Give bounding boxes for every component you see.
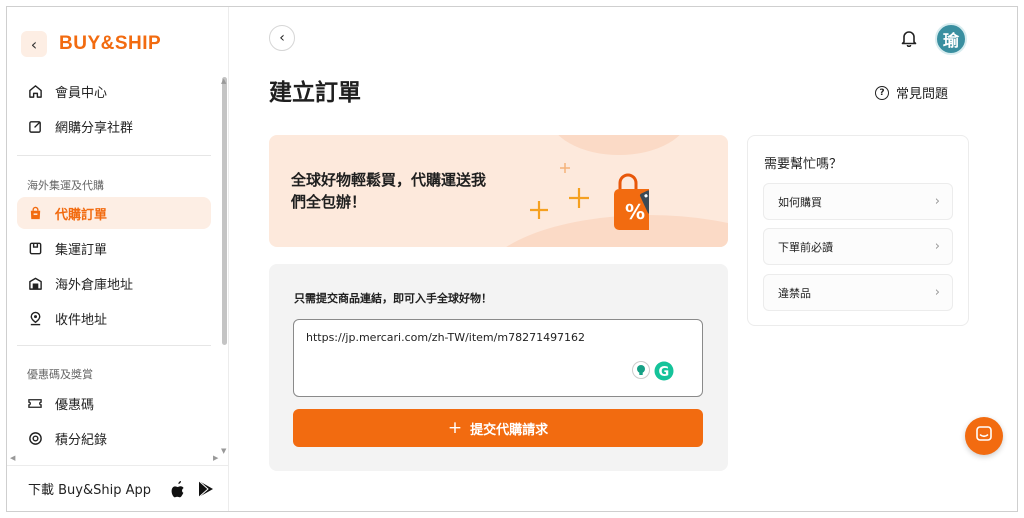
help-item-label: 下單前必讀 xyxy=(778,240,833,254)
submit-label: 提交代購請求 xyxy=(470,422,549,438)
bag-icon xyxy=(27,205,43,221)
sidebar-scrollbar[interactable] xyxy=(222,77,227,345)
scroll-left-arrow-icon[interactable]: ◀ xyxy=(10,454,15,462)
banner-text: 全球好物輕鬆買，代購運送我們全包辦！ xyxy=(291,171,487,211)
sidebar-item-label: 積分紀錄 xyxy=(55,432,108,448)
back-button[interactable]: ‹ xyxy=(269,25,295,51)
svg-text:G: G xyxy=(659,365,670,380)
question-circle-icon: ? xyxy=(875,85,889,100)
sidebar-item-label: 優惠碼 xyxy=(55,397,95,413)
help-item-prohibited[interactable]: 違禁品 › xyxy=(763,274,953,311)
svg-text:%: % xyxy=(625,200,645,224)
chat-button[interactable] xyxy=(965,417,1003,455)
box-icon xyxy=(27,240,43,256)
help-card: 需要幫忙嗎？ 如何購買 › 下單前必讀 › 違禁品 › xyxy=(747,135,969,326)
google-play-icon[interactable] xyxy=(198,480,214,502)
notification-bell-icon[interactable] xyxy=(900,29,920,49)
promo-banner: 全球好物輕鬆買，代購運送我們全包辦！ % xyxy=(269,135,728,247)
sidebar-item-member-center[interactable]: 會員中心 xyxy=(17,75,211,107)
sidebar-item-label: 代購訂單 xyxy=(55,207,108,223)
sidebar-item-points[interactable]: 積分紀錄 xyxy=(17,422,211,454)
brand-header: ‹ BUY&SHIP xyxy=(21,31,161,57)
chevron-right-icon: › xyxy=(934,285,940,300)
location-icon xyxy=(27,310,43,326)
edit-icon xyxy=(27,118,43,134)
points-icon xyxy=(27,430,43,446)
sidebar-back-button[interactable]: ‹ xyxy=(21,31,47,57)
user-avatar[interactable]: 瑜 xyxy=(935,23,967,55)
home-icon xyxy=(27,83,43,99)
lightbulb-icon[interactable] xyxy=(632,361,650,384)
help-item-label: 違禁品 xyxy=(778,286,811,300)
chevron-left-icon: ‹ xyxy=(30,34,38,54)
help-item-must-read[interactable]: 下單前必讀 › xyxy=(763,228,953,265)
sidebar: ‹ BUY&SHIP 會員中心 網購分享社群 海外集運及代購 代購訂單 集運訂單… xyxy=(7,7,229,511)
sidebar-item-shipping-orders[interactable]: 集運訂單 xyxy=(17,232,211,264)
sidebar-item-label: 會員中心 xyxy=(55,85,108,101)
download-app-label: 下載 Buy&Ship App xyxy=(28,483,152,498)
plus-icon: + xyxy=(447,418,463,438)
help-item-how-to-buy[interactable]: 如何購買 › xyxy=(763,183,953,220)
chevron-left-icon: ‹ xyxy=(279,30,285,46)
section-title-rewards: 優惠碼及獎賞 xyxy=(27,368,93,381)
ticket-icon xyxy=(27,395,43,411)
product-url-value: https://jp.mercari.com/zh-TW/item/m78271… xyxy=(306,331,586,344)
chevron-right-icon: › xyxy=(934,194,940,209)
faq-label: 常見問題 xyxy=(896,87,949,102)
help-title: 需要幫忙嗎？ xyxy=(764,157,843,172)
apple-icon[interactable] xyxy=(170,480,186,502)
order-form-card: 只需提交商品連結，即可入手全球好物！ https://jp.mercari.co… xyxy=(269,264,728,471)
product-url-input[interactable]: https://jp.mercari.com/zh-TW/item/m78271… xyxy=(293,319,703,397)
sidebar-item-community[interactable]: 網購分享社群 xyxy=(17,110,211,142)
brand-logo[interactable]: BUY&SHIP xyxy=(59,33,161,55)
grammarly-icon[interactable]: G xyxy=(654,361,674,384)
sidebar-item-label: 收件地址 xyxy=(55,312,108,328)
sidebar-item-coupons[interactable]: 優惠碼 xyxy=(17,387,211,419)
sidebar-divider xyxy=(17,155,211,156)
app-download-bar: 下載 Buy&Ship App xyxy=(7,465,228,511)
section-title-overseas: 海外集運及代購 xyxy=(27,179,104,192)
sidebar-item-label: 網購分享社群 xyxy=(55,120,134,136)
page-title: 建立訂單 xyxy=(269,80,361,106)
chat-icon xyxy=(975,425,993,447)
chevron-right-icon: › xyxy=(934,239,940,254)
shopping-bag-illustration-icon: % xyxy=(530,163,649,230)
sidebar-item-warehouse-address[interactable]: 海外倉庫地址 xyxy=(17,267,211,299)
scroll-right-arrow-icon[interactable]: ▶ xyxy=(213,454,218,462)
sidebar-item-label: 海外倉庫地址 xyxy=(55,277,134,293)
help-item-label: 如何購買 xyxy=(778,195,822,209)
sidebar-item-proxy-orders[interactable]: 代購訂單 xyxy=(17,197,211,229)
warehouse-icon xyxy=(27,275,43,291)
app-window: ‹ BUY&SHIP 會員中心 網購分享社群 海外集運及代購 代購訂單 集運訂單… xyxy=(6,6,1018,512)
faq-link[interactable]: ? 常見問題 xyxy=(875,83,948,102)
sidebar-divider xyxy=(17,345,211,346)
sidebar-item-label: 集運訂單 xyxy=(55,242,108,258)
submit-proxy-request-button[interactable]: + 提交代購請求 xyxy=(293,409,703,447)
sidebar-item-recipient-address[interactable]: 收件地址 xyxy=(17,302,211,334)
url-field-label: 只需提交商品連結，即可入手全球好物！ xyxy=(294,292,492,305)
scroll-down-arrow-icon[interactable]: ▼ xyxy=(221,447,226,455)
scroll-up-arrow-icon[interactable]: ▲ xyxy=(221,77,226,85)
